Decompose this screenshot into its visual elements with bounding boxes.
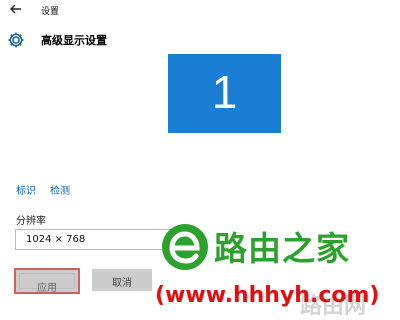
- resolution-label: 分辨率: [16, 216, 46, 227]
- monitor-number: 1: [211, 66, 238, 118]
- page-title: 高级显示设置: [41, 34, 107, 47]
- display-monitor-tile[interactable]: 1: [168, 54, 281, 133]
- watermark-url: (www.hhhyh.com): [155, 283, 380, 308]
- resolution-value: 1024 × 768: [26, 234, 86, 245]
- cancel-button[interactable]: 取消: [92, 269, 152, 291]
- title-bar: 设置: [0, 0, 400, 22]
- back-arrow-icon[interactable]: [9, 2, 23, 16]
- cancel-label: 取消: [112, 278, 132, 289]
- detect-link[interactable]: 检测: [50, 182, 70, 197]
- watermark-brand: 路由之家: [214, 229, 350, 268]
- apply-button[interactable]: 应用: [14, 268, 80, 294]
- window-title: 设置: [41, 7, 60, 17]
- identify-link[interactable]: 标识: [16, 182, 36, 197]
- apply-button-inner: 应用: [19, 273, 75, 294]
- apply-label: 应用: [37, 283, 57, 294]
- e-logo-icon: [162, 224, 208, 270]
- gear-icon: [8, 32, 24, 48]
